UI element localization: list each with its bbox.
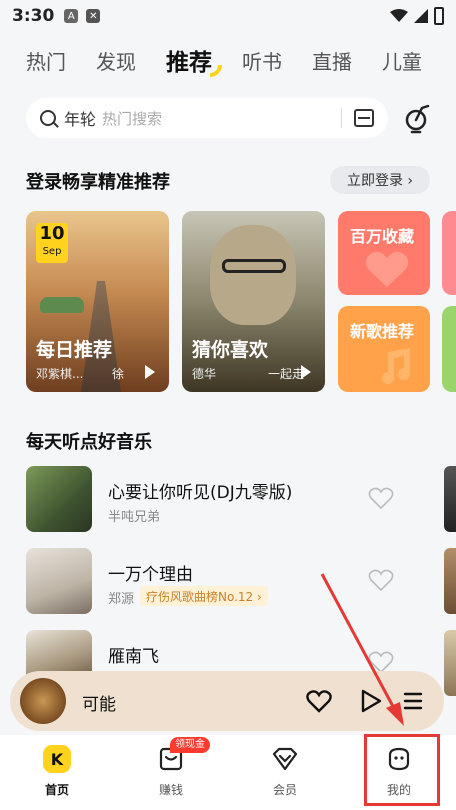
tab-audiobook[interactable]: 听书 xyxy=(242,46,282,75)
side-thumbnail[interactable] xyxy=(444,548,456,614)
music-note-icon xyxy=(382,348,410,384)
guess-you-like-subtitle: 德华 xyxy=(192,367,217,381)
tab-hot[interactable]: 热门 xyxy=(26,46,66,75)
nav-earn[interactable]: 领现金 赚钱 xyxy=(114,735,228,810)
login-title: 登录畅享精准推荐 xyxy=(26,172,170,193)
nav-vip[interactable]: 会员 xyxy=(228,735,342,810)
side-thumbnail[interactable] xyxy=(444,466,456,532)
signal-icon xyxy=(414,9,428,23)
side-thumbnail[interactable] xyxy=(444,630,456,696)
vip-icon xyxy=(272,747,298,771)
scan-icon[interactable] xyxy=(354,109,374,127)
daily-music-title: 每天听点好音乐 xyxy=(26,432,152,453)
tab-live[interactable]: 直播 xyxy=(312,46,352,75)
song-row[interactable]: 心要让你听见(DJ九零版) 半吨兄弟 xyxy=(26,466,446,532)
playlist-icon[interactable] xyxy=(402,690,424,712)
tab-recommend-label: 推荐 xyxy=(166,50,212,76)
nav-earn-label: 赚钱 xyxy=(158,783,183,797)
wifi-icon xyxy=(390,9,408,22)
daily-recommend-card[interactable]: 10 Sep 每日推荐 邓紫棋... 徐 xyxy=(26,211,169,392)
song-row[interactable]: 一万个理由 郑源 疗伤风歌曲榜No.12 › xyxy=(26,548,446,614)
daily-recommend-subtitle: 邓紫棋... xyxy=(36,367,84,381)
search-icon xyxy=(40,110,56,126)
top-tabs: 热门 发现 推荐 听书 直播 儿童 xyxy=(0,40,456,80)
new-songs-title: 新歌推荐 xyxy=(350,322,415,341)
login-button[interactable]: 立即登录 › xyxy=(330,166,430,194)
home-icon: K xyxy=(43,745,71,773)
daily-recommend-title: 每日推荐 xyxy=(36,339,113,361)
heart-icon xyxy=(365,251,409,287)
next-card-peek[interactable] xyxy=(442,306,456,392)
heart-icon[interactable] xyxy=(306,689,332,713)
heart-icon[interactable] xyxy=(368,568,394,592)
song-artist: 郑源 xyxy=(108,592,135,607)
nav-vip-label: 会员 xyxy=(272,783,297,797)
app-notification-icon: ✕ xyxy=(86,9,101,23)
song-cover xyxy=(26,466,92,532)
guess-you-like-card[interactable]: 猜你喜欢 德华 一起走 xyxy=(182,211,325,392)
notification-a-icon: A xyxy=(64,9,79,23)
play-icon[interactable] xyxy=(145,365,155,379)
card-artwork-glasses xyxy=(222,259,286,273)
play-icon[interactable] xyxy=(301,365,311,379)
song-title: 一万个理由 xyxy=(108,565,193,585)
million-favorites-card[interactable]: 百万收藏 xyxy=(338,211,430,295)
nav-home[interactable]: K 首页 xyxy=(0,735,114,810)
nav-home-label: 首页 xyxy=(44,783,69,797)
search-hint: 热门搜索 xyxy=(102,109,163,128)
status-time: 3:30 xyxy=(12,6,55,26)
song-artist: 半吨兄弟 xyxy=(108,510,161,525)
search-keyword: 年轮 xyxy=(64,110,97,129)
active-tab-indicator xyxy=(210,65,222,77)
card-artwork-portrait xyxy=(210,225,296,325)
song-cover xyxy=(26,548,92,614)
earn-badge: 领现金 xyxy=(170,737,210,753)
guess-you-like-subtitle-right: 一起走 xyxy=(268,367,305,381)
search-row: 年轮 热门搜索 xyxy=(26,98,436,138)
highlight-box xyxy=(364,734,440,806)
now-playing-title: 可能 xyxy=(82,695,116,715)
new-songs-card[interactable]: 新歌推荐 xyxy=(338,306,430,392)
tab-recommend[interactable]: 推荐 xyxy=(166,43,222,77)
status-bar: 3:30 A ✕ xyxy=(0,0,456,32)
date-day: 10 xyxy=(39,223,65,244)
next-card-peek[interactable] xyxy=(442,211,456,295)
search-input[interactable]: 年轮 热门搜索 xyxy=(26,98,388,138)
million-favorites-title: 百万收藏 xyxy=(350,227,415,246)
daily-recommend-subtitle-right: 徐 xyxy=(112,367,125,381)
guess-you-like-title: 猜你喜欢 xyxy=(192,339,269,361)
play-icon[interactable] xyxy=(360,689,382,713)
song-title: 雁南飞 xyxy=(108,647,159,667)
tab-kids[interactable]: 儿童 xyxy=(382,46,422,75)
heart-icon[interactable] xyxy=(368,486,394,510)
date-badge: 10 Sep xyxy=(36,223,68,263)
mini-player[interactable]: 可能 xyxy=(10,671,444,731)
status-right xyxy=(390,7,444,25)
card-artwork-car xyxy=(40,297,84,313)
now-playing-cover[interactable] xyxy=(20,678,66,724)
music-recognition-icon[interactable] xyxy=(404,102,432,134)
battery-icon xyxy=(434,7,444,25)
tab-discover[interactable]: 发现 xyxy=(96,46,136,75)
song-title: 心要让你听见(DJ九零版) xyxy=(108,483,293,503)
date-month: Sep xyxy=(42,246,62,257)
chart-tag[interactable]: 疗伤风歌曲榜No.12 › xyxy=(140,586,268,606)
search-divider xyxy=(341,108,342,128)
